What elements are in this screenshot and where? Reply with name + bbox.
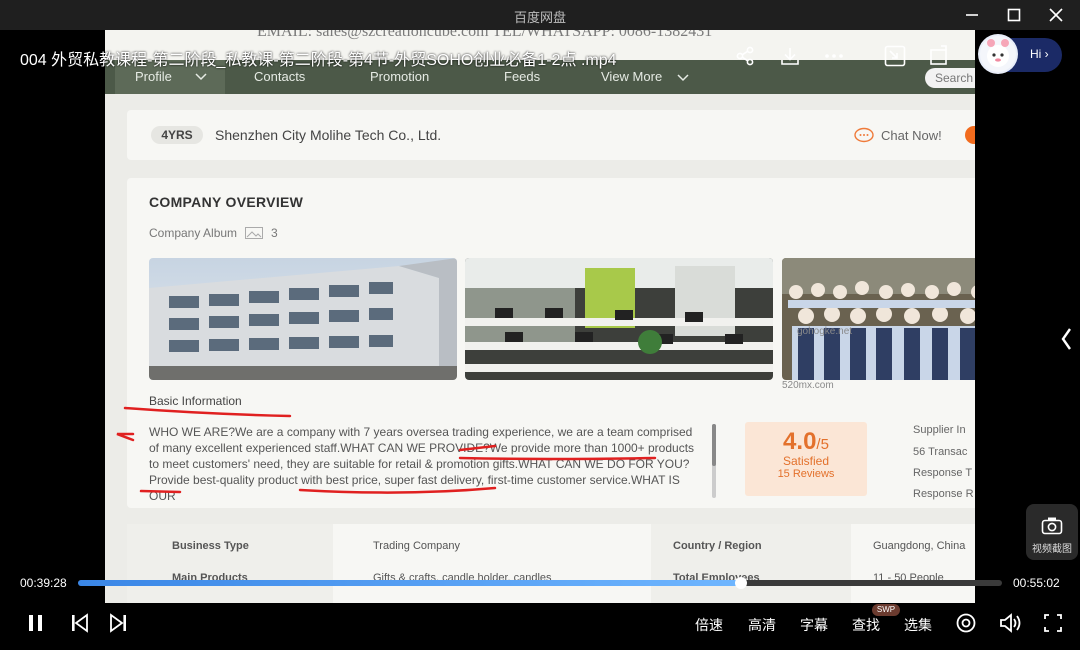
subtitle-button[interactable]: 字幕 — [800, 615, 828, 635]
chat-icon — [854, 127, 874, 143]
assistant-label: Hi › — [1030, 47, 1049, 61]
progress-bar[interactable] — [78, 577, 1002, 589]
album-photo-office — [465, 258, 773, 380]
supplier-card: 4YRS Shenzhen City Molihe Tech Co., Ltd.… — [127, 110, 975, 160]
video-file-title: 004 外贸私教课程-第二阶段_私教课-第二阶段-第4节-外贸SOHO创业必备1… — [20, 52, 617, 69]
speed-button[interactable]: 倍速 — [695, 615, 723, 635]
overview-title: COMPANY OVERVIEW — [149, 194, 304, 210]
nav-contacts: Contacts — [254, 69, 306, 84]
picture-in-picture-icon[interactable] — [882, 43, 908, 69]
quality-button[interactable]: 高清 — [748, 615, 776, 635]
watermark-text: gohogke.net — [797, 326, 853, 337]
company-description: WHO WE ARE?We are a company with 7 years… — [149, 425, 695, 503]
basic-info-label: Basic Information — [149, 394, 242, 408]
time-current: 00:39:28 — [20, 576, 67, 590]
search-button[interactable]: 查找 — [852, 615, 880, 635]
album-photo-building — [149, 258, 457, 380]
app-title: 百度网盘 — [513, 10, 566, 25]
chat-now: Chat Now! — [853, 127, 942, 143]
chevron-down-icon — [195, 70, 207, 85]
progress-thumb[interactable] — [734, 577, 747, 589]
video-frame[interactable]: EMAIL: sales@szcreationcube.com TEL/WHAT… — [105, 30, 975, 603]
rating-score: 4.0 — [783, 428, 817, 455]
side-stat: Supplier In — [913, 424, 966, 436]
chevron-down-icon — [677, 71, 689, 86]
album-photo-team — [782, 258, 975, 380]
episodes-button[interactable]: 选集 — [904, 615, 932, 635]
next-button[interactable] — [108, 612, 128, 639]
rating-box: 4.0/5 Satisfied 15 Reviews — [745, 422, 867, 496]
table-cell: Trading Company — [373, 540, 461, 552]
previous-button[interactable] — [70, 612, 90, 639]
search-badge: SWP — [872, 604, 900, 616]
mini-window-icon[interactable] — [926, 43, 952, 69]
company-name: Shenzhen City Molihe Tech Co., Ltd. — [215, 127, 442, 143]
time-total: 00:55:02 — [1013, 576, 1060, 590]
table-cell: Guangdong, China — [873, 540, 966, 552]
close-icon[interactable] — [1042, 4, 1070, 26]
watermark-text: 520mx.com — [782, 380, 834, 391]
rating-label: Satisfied — [782, 454, 830, 468]
video-search-box: Search — [925, 68, 975, 88]
bullet-settings-icon[interactable] — [955, 612, 977, 639]
company-overview-card: COMPANY OVERVIEW Company Album 3 gohogke… — [127, 178, 975, 508]
fullscreen-icon[interactable] — [1043, 612, 1063, 639]
maximize-icon[interactable] — [1000, 4, 1028, 26]
nav-profile: Profile — [135, 69, 172, 84]
image-icon — [245, 227, 264, 239]
rating-reviews: 15 Reviews — [777, 468, 835, 480]
table-header: Business Type — [172, 540, 249, 552]
side-stat: Response T — [913, 467, 973, 479]
nav-promotion: Promotion — [370, 69, 430, 84]
side-stat: Response R — [913, 488, 974, 500]
nav-view-more: View More — [601, 69, 663, 84]
pause-button[interactable] — [26, 612, 46, 639]
progress-fill — [78, 580, 741, 586]
assistant-button[interactable]: Hi › — [978, 34, 1062, 74]
assistant-avatar — [978, 34, 1018, 74]
window-titlebar: 百度网盘 — [0, 0, 1080, 30]
more-icon[interactable] — [821, 43, 847, 69]
description-scrollbar — [712, 424, 716, 498]
download-icon[interactable] — [777, 43, 803, 69]
years-badge: 4YRS — [151, 126, 203, 144]
company-info-table: Business Type Trading Company Country / … — [127, 524, 975, 603]
company-album: Company Album 3 — [149, 226, 278, 240]
side-panel-arrow-icon[interactable] — [1058, 326, 1074, 352]
video-screenshot-button[interactable]: 视频截图 — [1026, 504, 1078, 560]
side-stat: 56 Transac — [913, 446, 968, 458]
table-header: Country / Region — [673, 540, 762, 552]
nav-feeds: Feeds — [504, 69, 541, 84]
minimize-icon[interactable] — [958, 4, 986, 26]
volume-icon[interactable] — [999, 612, 1023, 639]
share-icon[interactable] — [732, 43, 758, 69]
camera-icon — [1041, 517, 1063, 535]
